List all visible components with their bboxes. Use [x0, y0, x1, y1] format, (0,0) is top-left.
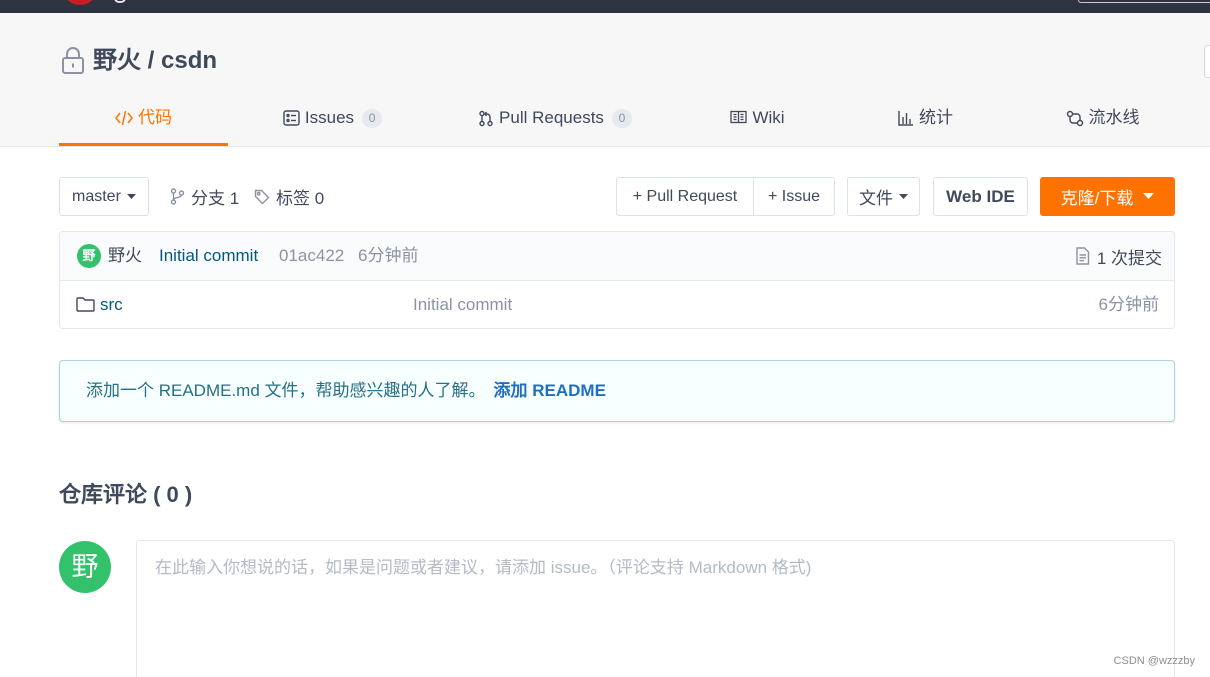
issues-icon	[283, 110, 300, 126]
new-issue-button[interactable]: + Issue	[754, 178, 834, 215]
add-readme-link[interactable]: 添加 README	[494, 381, 606, 400]
branch-icon	[170, 188, 185, 205]
tab-statistics[interactable]: 统计	[841, 104, 1010, 146]
commit-count-label: 1 次提交	[1096, 248, 1162, 268]
commit-time: 6分钟前	[358, 246, 419, 265]
tab-wiki-label: Wiki	[752, 108, 785, 127]
tab-pipeline-label: 流水线	[1088, 108, 1140, 127]
avatar[interactable]: 野	[59, 541, 111, 593]
tab-code[interactable]: 代码	[59, 104, 228, 146]
commit-history-icon	[1075, 247, 1090, 265]
file-name-link[interactable]: src	[100, 281, 123, 328]
global-search-box[interactable]	[1078, 0, 1210, 3]
tab-pull-requests[interactable]: Pull Requests 0	[470, 104, 640, 146]
folder-icon	[76, 297, 95, 312]
repo-action-button[interactable]	[1204, 45, 1210, 78]
comment-input[interactable]	[137, 541, 1174, 677]
caret-down-icon	[1143, 193, 1155, 200]
file-menu-label: 文件	[859, 189, 893, 208]
comments-heading: 仓库评论 ( 0 )	[59, 482, 193, 507]
file-commit-message[interactable]: Initial commit	[413, 281, 512, 328]
tab-pull-requests-label: Pull Requests	[499, 108, 604, 127]
tags-label: 标签 0	[276, 189, 325, 208]
branch-select-value: master	[72, 187, 121, 205]
tab-code-label: 代码	[138, 108, 172, 127]
tab-pipeline[interactable]: 流水线	[1018, 104, 1187, 146]
commit-hash[interactable]: 01ac422	[279, 232, 344, 280]
issues-count-badge: 0	[362, 109, 383, 128]
tab-wiki[interactable]: Wiki	[673, 104, 842, 146]
branches-link[interactable]: 分支 1	[170, 177, 239, 216]
caret-down-icon	[126, 193, 136, 200]
watermark: CSDN @wzzzby	[1113, 655, 1195, 667]
clone-download-button[interactable]: 克隆/下载	[1040, 177, 1175, 216]
brand-wordmark[interactable]	[114, 0, 126, 3]
tags-link[interactable]: 标签 0	[254, 177, 324, 216]
tab-issues[interactable]: Issues 0	[248, 104, 417, 146]
caret-down-icon	[899, 193, 908, 200]
pipeline-icon	[1066, 110, 1084, 127]
lock-icon	[60, 46, 86, 74]
readme-notice-text: 添加一个 README.md 文件，帮助感兴趣的人了解。	[86, 381, 486, 400]
file-list: 野 野火 Initial commit 01ac422 6分钟前 1 次提交 s…	[59, 231, 1175, 329]
commit-author[interactable]: 野火	[108, 232, 142, 280]
latest-commit-bar: 野 野火 Initial commit 01ac422 6分钟前 1 次提交	[60, 232, 1174, 281]
page: 野火 / csdn 代码 Issues 0 Pull Requests 0 Wi…	[0, 0, 1210, 677]
table-row[interactable]: src Initial commit 6分钟前	[60, 281, 1174, 328]
code-icon	[115, 110, 133, 126]
comment-editor	[136, 540, 1175, 677]
pull-requests-count-badge: 0	[611, 109, 632, 128]
clone-download-label: 克隆/下载	[1060, 189, 1134, 208]
bar-chart-icon	[898, 110, 914, 126]
repo-header: 野火 / csdn 代码 Issues 0 Pull Requests 0 Wi…	[0, 13, 1210, 147]
commit-message-link[interactable]: Initial commit	[159, 232, 258, 280]
repo-toolbar: master 分支 1 标签 0 + Pull Request + Issue …	[0, 177, 1210, 216]
branch-select[interactable]: master	[59, 177, 149, 216]
branches-label: 分支 1	[191, 189, 240, 208]
new-item-button-group: + Pull Request + Issue	[616, 177, 835, 216]
new-pull-request-button[interactable]: + Pull Request	[617, 178, 754, 215]
repo-title[interactable]: 野火 / csdn	[93, 46, 217, 76]
file-commit-time: 6分钟前	[1098, 295, 1159, 314]
commit-count-link[interactable]: 1 次提交	[1075, 232, 1162, 280]
avatar[interactable]: 野	[77, 244, 101, 268]
web-ide-button[interactable]: Web IDE	[933, 177, 1028, 216]
readme-notice: 添加一个 README.md 文件，帮助感兴趣的人了解。 添加 README	[59, 360, 1175, 422]
book-icon	[730, 110, 748, 124]
top-navbar	[0, 0, 1210, 13]
file-menu-button[interactable]: 文件	[847, 177, 920, 216]
tab-issues-label: Issues	[304, 108, 355, 127]
pull-request-icon	[478, 110, 494, 127]
tab-statistics-label: 统计	[919, 108, 953, 127]
tag-icon	[254, 189, 270, 205]
gitee-logo[interactable]	[62, 0, 98, 5]
